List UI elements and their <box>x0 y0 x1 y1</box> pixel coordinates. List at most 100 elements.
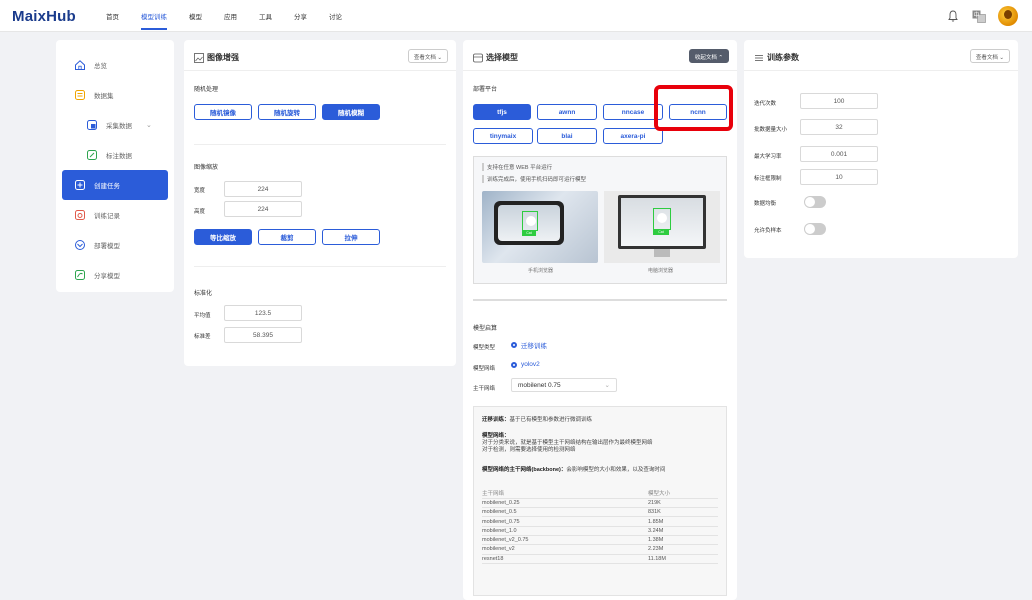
sidebar-item-label: 创建任务 <box>94 183 120 190</box>
std-input[interactable]: 58.395 <box>224 327 302 343</box>
card-title: 选择模型 <box>473 52 518 63</box>
data-balance-toggle[interactable] <box>804 196 826 208</box>
nav-models[interactable]: 模型 <box>189 0 202 32</box>
random-blur-button[interactable]: 随机模糊 <box>322 104 380 120</box>
training-params-card: 训练参数 查看文档 ⌄ 迭代次数 100 批数据量大小 32 最大学习率 0.0… <box>744 40 1018 258</box>
radio-label: yolov2 <box>521 361 540 368</box>
keep-ratio-button[interactable]: 等比缩放 <box>194 229 252 245</box>
platform-tinymaix[interactable]: tinymaix <box>473 128 533 144</box>
nav-model-training[interactable]: 模型训练 <box>141 0 167 32</box>
view-docs-button[interactable]: 查看文档 ⌄ <box>407 49 448 63</box>
nav-apps[interactable]: 应用 <box>224 0 237 32</box>
info-net: 模型网络： 对于分类来说，就是基于模型主干网络结构在输出层作为最终模型网络 对于… <box>482 433 653 454</box>
platform-tfjs[interactable]: tfjs <box>473 104 531 120</box>
sidebar-item-label: 总览 <box>94 63 107 70</box>
negative-samples-label: 允许负样本 <box>754 228 782 234</box>
platform-awnn[interactable]: awnn <box>537 104 597 120</box>
box-limit-input[interactable]: 10 <box>800 169 878 185</box>
table-cell: mobilenet_v2 <box>482 544 648 555</box>
table-cell: 1.38M <box>648 535 718 546</box>
svg-text:中: 中 <box>974 11 980 19</box>
mean-input[interactable]: 123.5 <box>224 305 302 321</box>
platform-blai[interactable]: blai <box>537 128 597 144</box>
table-cell: 219K <box>648 498 718 509</box>
crop-button[interactable]: 裁剪 <box>258 229 316 245</box>
model-type-label: 模型类型 <box>473 345 496 351</box>
divider <box>194 266 446 267</box>
sidebar-item-create-task[interactable]: 创建任务 <box>62 170 168 200</box>
nav-discuss[interactable]: 讨论 <box>329 0 342 32</box>
info-net-desc2: 对于检测，则需要选择使用的检测网络 <box>482 447 576 453</box>
divider <box>194 144 446 145</box>
table-row: resnet18 11.18M <box>482 554 718 564</box>
nav-share[interactable]: 分享 <box>294 0 307 32</box>
table-row: mobilenet_v2_0.75 1.38M <box>482 535 718 546</box>
image-augmentation-card: 图像增强 查看文档 ⌄ 随机处理 随机镜像 随机旋转 随机模糊 图像缩放 宽度 … <box>184 40 456 366</box>
bell-icon[interactable] <box>948 10 958 22</box>
preview-text: 支持在任意 WEB 平台运行 <box>482 163 552 171</box>
monitor: Cat <box>618 195 706 249</box>
backbone-select[interactable]: mobilenet 0.75 ⌄ <box>511 378 617 392</box>
language-icon[interactable]: 中 <box>972 10 986 23</box>
cat-label: Cat <box>653 230 669 235</box>
nav-tools[interactable]: 工具 <box>259 0 272 32</box>
detection-box: Cat <box>653 208 671 235</box>
maixhub-logo[interactable]: MaixHub <box>12 8 76 25</box>
sidebar-item-train-records[interactable]: 训练记录 <box>62 200 168 230</box>
divider <box>463 70 737 71</box>
image-scale-label: 图像缩放 <box>194 165 219 171</box>
cat-image <box>657 213 667 223</box>
height-input[interactable]: 224 <box>224 201 302 217</box>
annotate-icon <box>87 150 97 160</box>
epochs-input[interactable]: 100 <box>800 93 878 109</box>
table-header: 模型大小 <box>648 489 718 499</box>
table-cell: mobilenet_1.0 <box>482 526 648 537</box>
info-transfer-title: 迁移训练： <box>482 417 510 423</box>
chevron-down-icon[interactable]: ⌄ <box>146 121 152 129</box>
deploy-icon <box>75 240 85 250</box>
table-row: mobilenet_0.75 1.85M <box>482 516 718 527</box>
table-cell: mobilenet_0.5 <box>482 507 648 518</box>
nav-home[interactable]: 首页 <box>106 0 119 32</box>
sidebar-item-share-model[interactable]: 分享模型 <box>62 260 168 290</box>
info-backbone-desc: 会影响模型的大小和效果，以及查询时间 <box>566 467 666 473</box>
sidebar-item-annotate-data[interactable]: 标注数据 <box>62 140 168 170</box>
stretch-button[interactable]: 拉伸 <box>322 229 380 245</box>
divider <box>473 299 727 301</box>
table-cell: mobilenet_0.75 <box>482 516 648 527</box>
user-avatar[interactable] <box>998 6 1018 26</box>
record-icon <box>75 210 85 220</box>
dataset-icon <box>75 90 85 100</box>
data-balance-label: 数据均衡 <box>754 201 777 207</box>
model-title: 选择模型 <box>486 53 518 62</box>
sidebar-item-deploy-model[interactable]: 部署模型 <box>62 230 168 260</box>
info-net-title: 模型网络： <box>482 433 510 439</box>
radio-dot-icon <box>511 342 517 348</box>
sidebar-item-label: 采集数据 <box>106 123 132 130</box>
sidebar: 总览 数据集 采集数据 ⌄ 标注数据 创建任务 训练记录 部署模型 分享模型 <box>56 40 174 292</box>
model-net-radio[interactable]: yolov2 <box>511 361 540 368</box>
phone-caption: 手机浏览器 <box>528 268 554 274</box>
negative-samples-toggle[interactable] <box>804 223 826 235</box>
table-header-row: 主干网络 模型大小 <box>482 489 718 499</box>
sidebar-item-dataset[interactable]: 数据集 <box>62 80 168 110</box>
batch-size-input[interactable]: 32 <box>800 119 878 135</box>
height-label: 高度 <box>194 209 206 215</box>
model-type-radio[interactable]: 迁移训练 <box>511 340 547 350</box>
box-limit-label: 标注框限制 <box>754 176 782 182</box>
info-net-desc1: 对于分类来说，就是基于模型主干网络结构在输出层作为最终模型网络 <box>482 440 653 446</box>
random-rotate-button[interactable]: 随机旋转 <box>258 104 316 120</box>
params-title: 训练参数 <box>767 53 799 62</box>
learning-rate-input[interactable]: 0.001 <box>800 146 878 162</box>
random-mirror-button[interactable]: 随机镜像 <box>194 104 252 120</box>
table-cell: 3.24M <box>648 526 718 537</box>
platform-axera-pi[interactable]: axera-pi <box>603 128 663 144</box>
table-row: mobilenet_1.0 3.24M <box>482 526 718 537</box>
settings-list-icon <box>755 54 763 61</box>
sidebar-item-overview[interactable]: 总览 <box>62 50 168 80</box>
sidebar-item-collect-data[interactable]: 采集数据 ⌄ <box>62 110 168 140</box>
collapse-docs-button[interactable]: 收起文档 ⌃ <box>688 49 729 63</box>
view-docs-button[interactable]: 查看文档 ⌄ <box>969 49 1010 63</box>
divider <box>184 70 456 71</box>
width-input[interactable]: 224 <box>224 181 302 197</box>
